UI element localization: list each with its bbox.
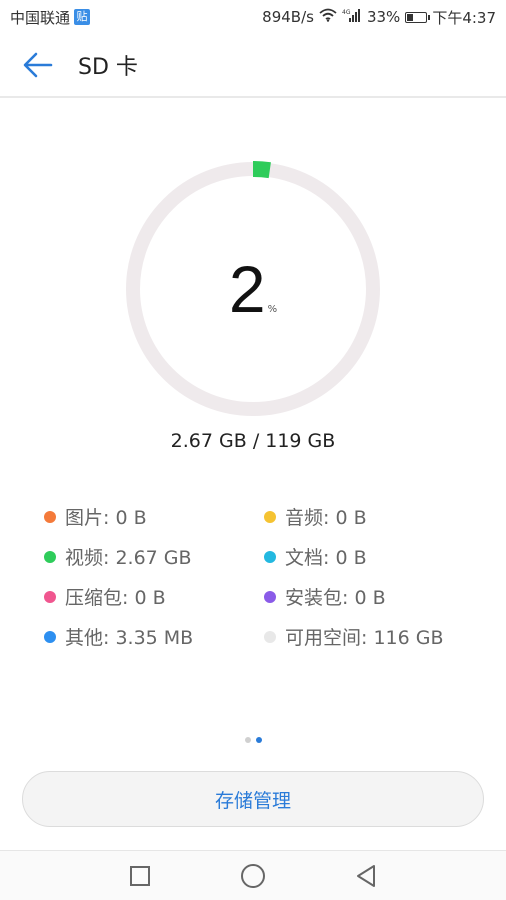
legend-label: 安装包: 0 B [285, 587, 386, 609]
usage-summary: 2.67 GB / 119 GB [170, 430, 336, 452]
used-percent-value: 2 [228, 252, 266, 326]
status-right: 894B/s 4G 33% 下午4:37 [262, 7, 496, 28]
wifi-icon [319, 8, 337, 26]
legend-item-audio: 音频: 0 B [264, 506, 484, 529]
legend-item-images: 图片: 0 B [44, 506, 264, 529]
legend-dot [44, 550, 56, 563]
legend-label: 视频: 2.67 GB [65, 547, 192, 569]
legend-item-other: 其他: 3.35 MB [44, 626, 264, 649]
system-nav-bar [0, 850, 506, 900]
page-indicator [0, 737, 506, 743]
legend-dot [44, 590, 56, 603]
legend-dot [264, 550, 276, 563]
legend-label: 可用空间: 116 GB [285, 627, 444, 649]
legend-item-videos: 视频: 2.67 GB [44, 546, 264, 569]
circle-icon [241, 864, 265, 888]
battery-percent: 33% [366, 8, 401, 26]
legend-label: 音频: 0 B [285, 507, 367, 529]
legend-item-free-space: 可用空间: 116 GB [264, 626, 484, 649]
storage-management-button[interactable]: 存储管理 [22, 771, 484, 827]
page-dot [255, 737, 262, 743]
legend-label: 图片: 0 B [65, 507, 147, 529]
carrier-name: 中国联通 [10, 8, 71, 27]
cellular-signal-icon: 4G [342, 8, 362, 26]
legend-dot [264, 510, 276, 523]
status-left: 中国联通 贴 [10, 7, 91, 28]
legend-item-archives: 压缩包: 0 B [44, 586, 264, 609]
nav-back-button[interactable] [351, 861, 381, 891]
square-icon [130, 866, 150, 886]
clock: 下午4:37 [432, 8, 496, 27]
legend-label: 其他: 3.35 MB [65, 627, 194, 649]
page-dot [244, 737, 251, 743]
page-title: SD 卡 [78, 55, 138, 80]
legend-dot [264, 590, 276, 603]
status-bar: 中国联通 贴 894B/s 4G 33% 下午4:37 [0, 0, 506, 34]
triangle-back-icon [357, 865, 375, 887]
legend-dot [264, 630, 276, 643]
app-bar: SD 卡 [0, 34, 506, 98]
legend-dot [44, 510, 56, 523]
legend-label: 文档: 0 B [285, 547, 367, 569]
storage-legend: 图片: 0 B 音频: 0 B 视频: 2.67 GB 文档: 0 B 压缩包:… [44, 506, 484, 649]
storage-ring: 2 % [124, 160, 382, 418]
legend-label: 压缩包: 0 B [65, 587, 166, 609]
arrow-left-icon [23, 52, 53, 78]
legend-dot [44, 630, 56, 643]
back-button[interactable] [8, 35, 68, 95]
battery-icon [405, 11, 431, 23]
battery-fill [407, 13, 414, 21]
legend-item-documents: 文档: 0 B [264, 546, 484, 569]
percent-sign: % [267, 303, 278, 315]
signal-label: 4G [342, 9, 351, 16]
recents-button[interactable] [125, 861, 155, 891]
network-speed: 894B/s [262, 8, 314, 26]
home-button[interactable] [238, 861, 268, 891]
ring-center: 2 % [124, 160, 382, 418]
carrier-badge-icon: 贴 [74, 9, 91, 25]
legend-item-apks: 安装包: 0 B [264, 586, 484, 609]
